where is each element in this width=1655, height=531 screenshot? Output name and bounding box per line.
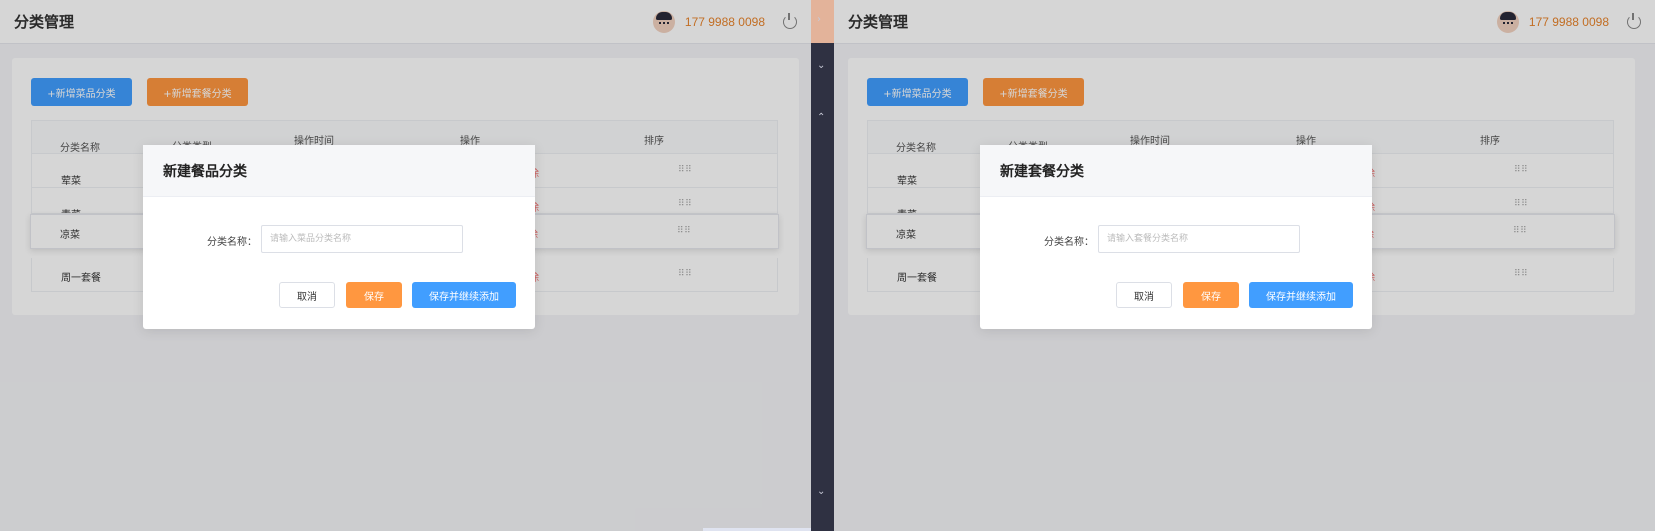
dialog-header: 新建套餐分类 — [980, 145, 1372, 197]
chevron-up-icon[interactable]: ⌃ — [817, 112, 825, 123]
category-name-input[interactable] — [1098, 225, 1300, 253]
category-name-input[interactable] — [261, 225, 463, 253]
sidebar-strip: › ⌄ ⌃ ⌄ — [811, 0, 834, 531]
cancel-button[interactable]: 取消 — [1116, 282, 1172, 308]
chevron-down-icon[interactable]: ⌄ — [817, 486, 825, 497]
left-panel: 分类管理 177 9988 0098 +新增菜品分类 +新增套餐分类 分类名称 … — [0, 0, 811, 531]
save-and-continue-button[interactable]: 保存并继续添加 — [1249, 282, 1353, 308]
save-button[interactable]: 保存 — [1183, 282, 1239, 308]
dialog-title: 新建套餐分类 — [1000, 163, 1084, 180]
category-name-label: 分类名称： — [207, 237, 257, 248]
save-and-continue-button[interactable]: 保存并继续添加 — [412, 282, 516, 308]
chevron-down-icon[interactable]: ⌄ — [817, 60, 825, 71]
sidebar-logo-strip — [811, 0, 834, 43]
right-panel: 分类管理 177 9988 0098 +新增菜品分类 +新增套餐分类 分类名称 … — [834, 0, 1655, 531]
dialog-title: 新建餐品分类 — [163, 163, 247, 180]
chevron-icon: › — [817, 14, 821, 25]
category-name-label: 分类名称： — [1044, 237, 1094, 248]
dialog-header: 新建餐品分类 — [143, 145, 535, 197]
new-combo-category-dialog: 新建套餐分类 分类名称： 取消 保存 保存并继续添加 — [980, 145, 1372, 329]
new-dish-category-dialog: 新建餐品分类 分类名称： 取消 保存 保存并继续添加 — [143, 145, 535, 329]
cancel-button[interactable]: 取消 — [279, 282, 335, 308]
save-button[interactable]: 保存 — [346, 282, 402, 308]
